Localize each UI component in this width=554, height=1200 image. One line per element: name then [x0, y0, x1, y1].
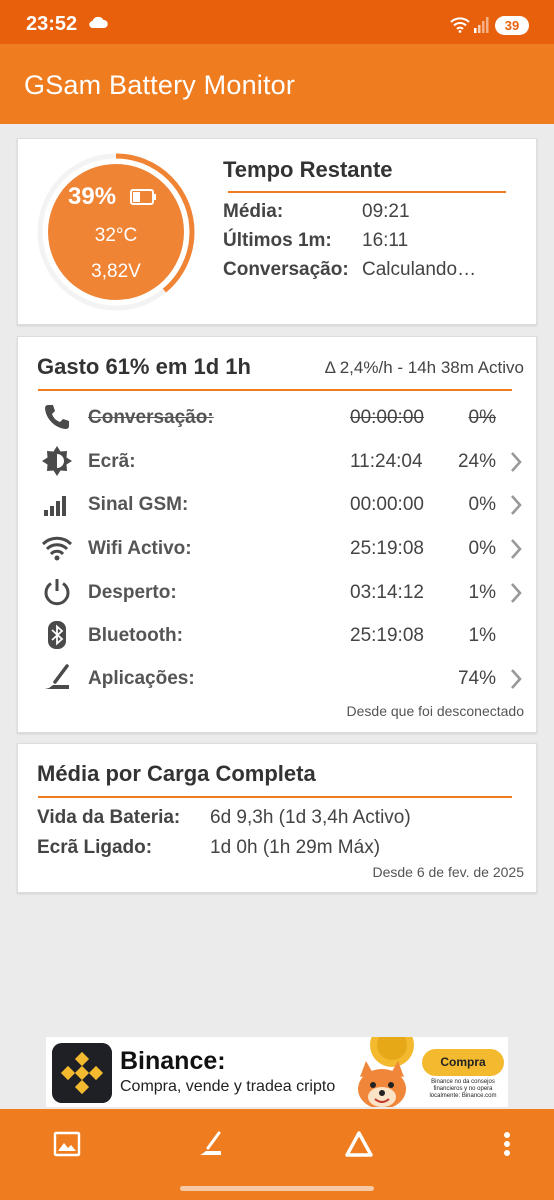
gesture-nav-bar[interactable] — [180, 1186, 374, 1191]
battery-life-label: Vida da Bateria: — [37, 807, 181, 828]
battery-percent: 39% — [68, 183, 117, 210]
battery-temperature: 32°C — [94, 225, 138, 246]
phone-icon — [45, 405, 69, 429]
screen-brightness-icon — [42, 446, 72, 476]
usage-card: Gasto 61% em 1d 1h Δ 2,4%/h - 14h 38m Ac… — [17, 336, 537, 733]
chevron-right-icon — [511, 539, 522, 559]
usage-title: Gasto 61% em 1d 1h — [37, 354, 251, 379]
chevron-right-icon — [511, 583, 522, 603]
more-options-icon[interactable] — [492, 1129, 522, 1159]
screen-on-label: Ecrã Ligado: — [37, 837, 153, 858]
battery-life-value: 6d 9,3h (1d 3,4h Activo) — [210, 807, 411, 828]
screen-on-value: 1d 0h (1h 29m Máx) — [210, 837, 381, 858]
wifi-status-icon — [450, 17, 470, 33]
average-label: Média: — [223, 201, 284, 222]
cell-signal-icon — [44, 496, 66, 516]
usage-row-bluetooth[interactable]: Bluetooth: 25:19:08 1% — [18, 615, 538, 655]
usage-label: Desperto: — [88, 582, 177, 603]
chevron-right-icon — [511, 452, 522, 472]
usage-time: 25:19:08 — [350, 625, 424, 646]
cloud-icon — [89, 16, 108, 28]
usage-label: Ecrã: — [88, 451, 136, 472]
chevron-right-icon — [511, 495, 522, 515]
usage-label: Conversação: — [88, 407, 214, 428]
full-charge-card[interactable]: Média por Carga Completa Vida da Bateria… — [17, 743, 537, 893]
usage-percent: 24% — [457, 451, 496, 472]
usage-percent: 0% — [468, 494, 496, 515]
usage-label: Bluetooth: — [88, 625, 183, 646]
usage-row-wifi[interactable]: Wifi Activo: 25:19:08 0% — [18, 528, 538, 568]
usage-label: Sinal GSM: — [88, 494, 189, 515]
signal-status-icon — [474, 17, 489, 33]
usage-percent: 0% — [468, 407, 496, 428]
battery-status-badge: 39 — [495, 16, 529, 35]
usage-row-apps[interactable]: Aplicações: 74% — [18, 658, 538, 698]
last-1m-label: Últimos 1m: — [223, 230, 332, 251]
shiba-coin-icon — [358, 1037, 414, 1107]
bluetooth-icon — [48, 621, 66, 649]
usage-percent: 1% — [468, 582, 496, 603]
ad-tagline: Compra, vende y tradea cripto — [120, 1078, 336, 1095]
battery-icon — [130, 189, 156, 205]
usage-time: 00:00:00 — [350, 407, 424, 428]
ad-cta-button[interactable]: Compra — [422, 1049, 504, 1076]
usage-time: 03:14:12 — [350, 582, 424, 603]
usage-row-screen[interactable]: Ecrã: 11:24:04 24% — [18, 441, 538, 481]
talk-time-value: Calculando… — [362, 259, 477, 280]
average-value: 09:21 — [362, 201, 410, 222]
title-divider — [228, 191, 506, 193]
usage-row-awake[interactable]: Desperto: 03:14:12 1% — [18, 572, 538, 612]
binance-logo-icon — [52, 1043, 112, 1103]
power-icon — [44, 579, 70, 606]
title-divider — [38, 796, 512, 798]
app-title: GSam Battery Monitor — [24, 70, 296, 100]
usage-time: 00:00:00 — [350, 494, 424, 515]
time-remaining-title: Tempo Restante — [223, 157, 393, 182]
last-1m-value: 16:11 — [362, 230, 409, 251]
title-divider — [38, 389, 512, 391]
usage-percent: 1% — [468, 625, 496, 646]
usage-time: 25:19:08 — [350, 538, 424, 559]
ad-brand: Binance: — [120, 1047, 226, 1075]
chevron-right-icon — [511, 669, 522, 689]
wifi-icon — [41, 536, 73, 561]
image-icon[interactable] — [52, 1129, 82, 1159]
usage-label: Aplicações: — [88, 668, 195, 689]
status-bar: 23:52 39 — [0, 0, 554, 44]
time-remaining-card[interactable]: 39% 32°C 3,82V Tempo Restante Média: 09:… — [17, 138, 537, 325]
usage-label: Wifi Activo: — [88, 538, 192, 559]
delta-icon[interactable] — [344, 1129, 374, 1159]
usage-footer: Desde que foi desconectado — [346, 703, 524, 719]
app-bar: GSam Battery Monitor — [0, 44, 554, 124]
full-charge-footer: Desde 6 de fev. de 2025 — [372, 864, 524, 880]
usage-percent: 74% — [457, 668, 496, 689]
full-charge-title: Média por Carga Completa — [37, 761, 316, 786]
usage-rate: Δ 2,4%/h - 14h 38m Activo — [324, 358, 524, 377]
talk-time-label: Conversação: — [223, 259, 349, 280]
usage-row-talk[interactable]: Conversação: 00:00:00 0% — [18, 397, 538, 437]
apps-icon[interactable] — [195, 1129, 225, 1159]
battery-voltage: 3,82V — [91, 261, 141, 282]
usage-row-signal[interactable]: Sinal GSM: 00:00:00 0% — [18, 484, 538, 524]
usage-time: 11:24:04 — [350, 451, 423, 472]
ad-disclaimer: Binance no da consejos financieros y no … — [429, 1079, 497, 1099]
apps-icon — [45, 664, 69, 689]
status-time: 23:52 — [26, 13, 78, 35]
ad-banner[interactable]: Binance: Compra, vende y tradea cripto C… — [46, 1037, 508, 1107]
usage-percent: 0% — [468, 538, 496, 559]
